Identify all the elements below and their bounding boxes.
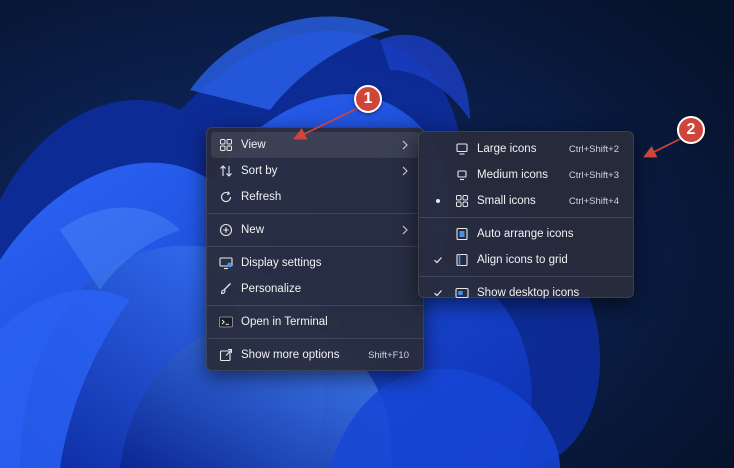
submenu-item-align-to-grid[interactable]: Align icons to grid: [423, 247, 629, 273]
checkmark-icon: [432, 286, 444, 300]
menu-separator: [419, 217, 633, 218]
brush-icon: [219, 282, 233, 296]
chevron-right-icon: [401, 138, 409, 152]
terminal-icon: [219, 315, 233, 329]
submenu-item-label: Auto arrange icons: [477, 228, 574, 240]
desktop-context-menu: View Sort by Refresh New Display setting…: [206, 127, 424, 371]
menu-separator: [419, 276, 633, 277]
menu-item-label: Sort by: [241, 165, 278, 177]
chevron-right-icon: [401, 223, 409, 237]
selection-mark: [432, 142, 444, 156]
menu-item-view[interactable]: View: [211, 132, 419, 158]
checkmark-icon: [432, 253, 444, 267]
menu-item-label: Personalize: [241, 283, 302, 295]
desktop-icon: [455, 286, 469, 300]
menu-item-display-settings[interactable]: Display settings: [211, 250, 419, 276]
keyboard-shortcut: Ctrl+Shift+2: [568, 143, 619, 155]
plus-circle-icon: [219, 223, 233, 237]
submenu-item-small-icons[interactable]: Small icons Ctrl+Shift+4: [423, 188, 629, 214]
submenu-item-label: Medium icons: [477, 169, 548, 181]
medium-monitor-icon: [455, 168, 469, 182]
submenu-item-label: Large icons: [477, 143, 537, 155]
grid-icon: [219, 138, 233, 152]
menu-item-new[interactable]: New: [211, 217, 419, 243]
submenu-item-auto-arrange[interactable]: Auto arrange icons: [423, 221, 629, 247]
submenu-item-large-icons[interactable]: Large icons Ctrl+Shift+2: [423, 136, 629, 162]
menu-separator: [207, 338, 423, 339]
refresh-icon: [219, 190, 233, 204]
submenu-item-show-desktop-icons[interactable]: Show desktop icons: [423, 280, 629, 306]
menu-separator: [207, 305, 423, 306]
menu-item-label: Open in Terminal: [241, 316, 328, 328]
sort-icon: [219, 164, 233, 178]
small-grid-icon: [455, 194, 469, 208]
keyboard-shortcut: Ctrl+Shift+3: [568, 169, 619, 181]
menu-item-open-in-terminal[interactable]: Open in Terminal: [211, 309, 419, 335]
menu-separator: [207, 246, 423, 247]
submenu-item-label: Show desktop icons: [477, 287, 580, 299]
keyboard-shortcut: Ctrl+Shift+4: [568, 195, 619, 207]
selection-mark: [432, 168, 444, 182]
keyboard-shortcut: Shift+F10: [368, 349, 409, 361]
share-icon: [219, 348, 233, 362]
menu-item-label: New: [241, 224, 265, 236]
menu-item-label: View: [241, 139, 266, 151]
annotation-badge-2: 2: [677, 116, 705, 144]
submenu-item-label: Align icons to grid: [477, 254, 568, 266]
chevron-right-icon: [401, 164, 409, 178]
monitor-icon: [219, 256, 233, 270]
submenu-item-label: Small icons: [477, 195, 536, 207]
menu-item-sort-by[interactable]: Sort by: [211, 158, 419, 184]
menu-item-refresh[interactable]: Refresh: [211, 184, 419, 210]
menu-item-show-more-options[interactable]: Show more options Shift+F10: [211, 342, 419, 368]
align-grid-icon: [455, 253, 469, 267]
selection-mark: [432, 227, 444, 241]
view-submenu: Large icons Ctrl+Shift+2 Medium icons Ct…: [418, 131, 634, 299]
menu-item-label: Refresh: [241, 191, 282, 203]
menu-item-label: Show more options: [241, 349, 340, 361]
auto-arrange-icon: [455, 227, 469, 241]
menu-item-personalize[interactable]: Personalize: [211, 276, 419, 302]
large-monitor-icon: [455, 142, 469, 156]
menu-item-label: Display settings: [241, 257, 322, 269]
annotation-badge-1: 1: [354, 85, 382, 113]
submenu-item-medium-icons[interactable]: Medium icons Ctrl+Shift+3: [423, 162, 629, 188]
menu-separator: [207, 213, 423, 214]
selected-dot-icon: [432, 194, 444, 208]
